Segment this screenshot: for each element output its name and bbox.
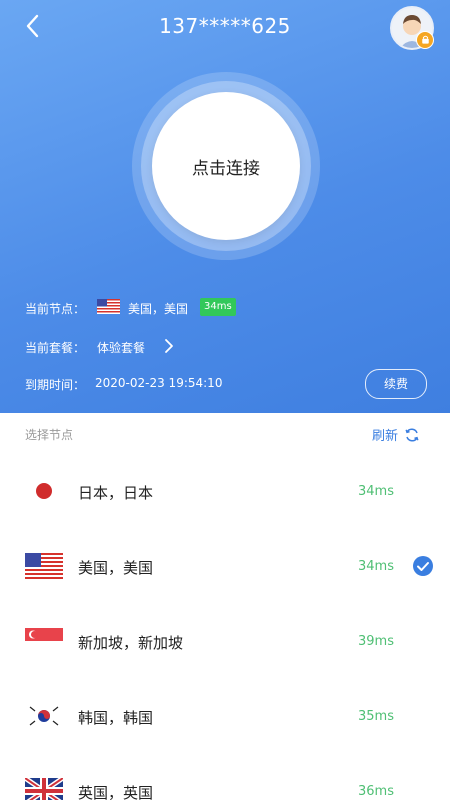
renew-button[interactable]: 续费 bbox=[365, 369, 427, 399]
current-plan-value[interactable]: 体验套餐 bbox=[97, 339, 145, 356]
node-latency: 35ms bbox=[358, 709, 394, 724]
japan-flag-icon bbox=[25, 478, 63, 504]
connect-button[interactable]: 点击连接 bbox=[152, 92, 300, 240]
expiry-value: 2020-02-23 19:54:10 bbox=[95, 376, 223, 390]
node-name: 新加坡，新加坡 bbox=[78, 634, 184, 652]
refresh-icon bbox=[405, 427, 419, 442]
refresh-button[interactable]: 刷新 bbox=[372, 425, 420, 444]
current-plan-label: 当前套餐： bbox=[25, 341, 86, 355]
node-row-japan[interactable]: 日本，日本 34ms bbox=[0, 454, 450, 529]
current-node-label: 当前节点： bbox=[25, 302, 86, 316]
node-latency: 39ms bbox=[358, 634, 394, 649]
node-row-uk[interactable]: 英国，英国 36ms bbox=[0, 754, 450, 800]
node-latency: 34ms bbox=[358, 484, 394, 499]
chevron-right-icon[interactable] bbox=[162, 338, 176, 354]
current-node-value: 美国，美国 bbox=[128, 302, 189, 316]
node-name: 英国，英国 bbox=[78, 784, 154, 800]
connect-label: 点击连接 bbox=[192, 158, 260, 179]
singapore-flag-icon bbox=[25, 628, 63, 654]
uk-flag-icon bbox=[25, 778, 63, 800]
node-name: 日本，日本 bbox=[78, 484, 154, 502]
account-title: 137*****625 bbox=[159, 14, 291, 38]
header-panel: 137*****625 点击连接 当前节点： 美国，美国 34ms 当前套餐： … bbox=[0, 0, 450, 413]
expiry-label: 到期时间： bbox=[25, 378, 86, 392]
refresh-label: 刷新 bbox=[372, 429, 399, 444]
select-node-label: 选择节点 bbox=[25, 428, 74, 442]
node-name: 美国，美国 bbox=[78, 559, 154, 577]
current-latency-badge: 34ms bbox=[200, 298, 236, 316]
korea-flag-icon bbox=[25, 703, 63, 729]
node-row-korea[interactable]: 韩国，韩国 35ms bbox=[0, 679, 450, 754]
node-latency: 34ms bbox=[358, 559, 394, 574]
usa-flag-icon bbox=[97, 299, 120, 314]
lock-icon bbox=[416, 31, 434, 49]
usa-flag-icon bbox=[25, 553, 63, 579]
node-row-usa[interactable]: 美国，美国 34ms bbox=[0, 529, 450, 604]
check-icon bbox=[413, 556, 433, 576]
node-row-singapore[interactable]: 新加坡，新加坡 39ms bbox=[0, 604, 450, 679]
node-name: 韩国，韩国 bbox=[78, 709, 154, 727]
node-latency: 36ms bbox=[358, 784, 394, 799]
